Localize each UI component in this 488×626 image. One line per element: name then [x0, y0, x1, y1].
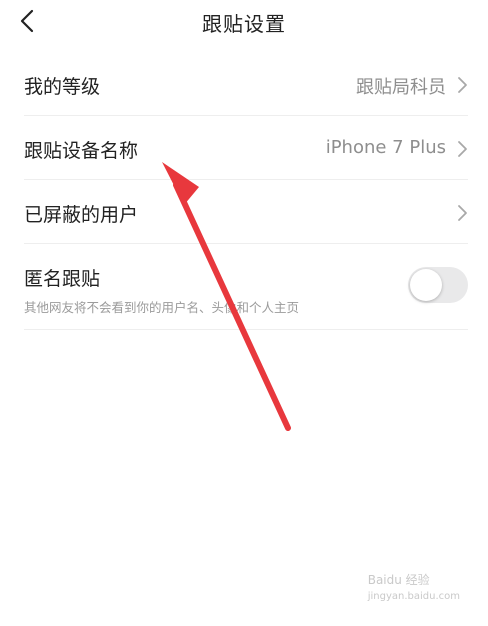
toggle-knob — [410, 269, 442, 301]
watermark-brand: Baidu 经验 — [367, 573, 430, 587]
chevron-right-icon — [456, 76, 468, 94]
settings-row-level[interactable]: 我的等级 跟贴局科员 — [24, 52, 468, 116]
settings-screen: 跟贴设置 我的等级 跟贴局科员 跟贴设备名称 iPhone 7 Plus 已屏蔽… — [0, 0, 488, 626]
anonymous-toggle[interactable] — [408, 267, 468, 303]
blocked-users-label: 已屏蔽的用户 — [24, 204, 139, 226]
chevron-right-icon — [456, 204, 468, 222]
device-name-value: iPhone 7 Plus — [325, 137, 446, 158]
page-title: 跟贴设置 — [202, 12, 286, 36]
settings-row-blocked-users[interactable]: 已屏蔽的用户 — [24, 180, 468, 244]
watermark-text: Baidu 经验 jingyan.baidu.com — [368, 571, 460, 602]
watermark-url: jingyan.baidu.com — [367, 591, 460, 602]
level-label: 我的等级 — [24, 76, 101, 98]
device-name-label: 跟贴设备名称 — [24, 140, 139, 162]
chevron-right-icon — [456, 140, 468, 158]
anonymous-label: 匿名跟贴 — [24, 268, 101, 290]
nav-bar: 跟贴设置 — [0, 0, 488, 44]
settings-list: 我的等级 跟贴局科员 跟贴设备名称 iPhone 7 Plus 已屏蔽的用户 匿… — [0, 52, 488, 330]
settings-row-device-name[interactable]: 跟贴设备名称 iPhone 7 Plus — [24, 116, 468, 180]
level-value: 跟贴局科员 — [356, 77, 446, 98]
anonymous-description: 其他网友将不会看到你的用户名、头像和个人主页 — [24, 300, 300, 315]
settings-row-anonymous: 匿名跟贴 其他网友将不会看到你的用户名、头像和个人主页 — [24, 244, 468, 330]
